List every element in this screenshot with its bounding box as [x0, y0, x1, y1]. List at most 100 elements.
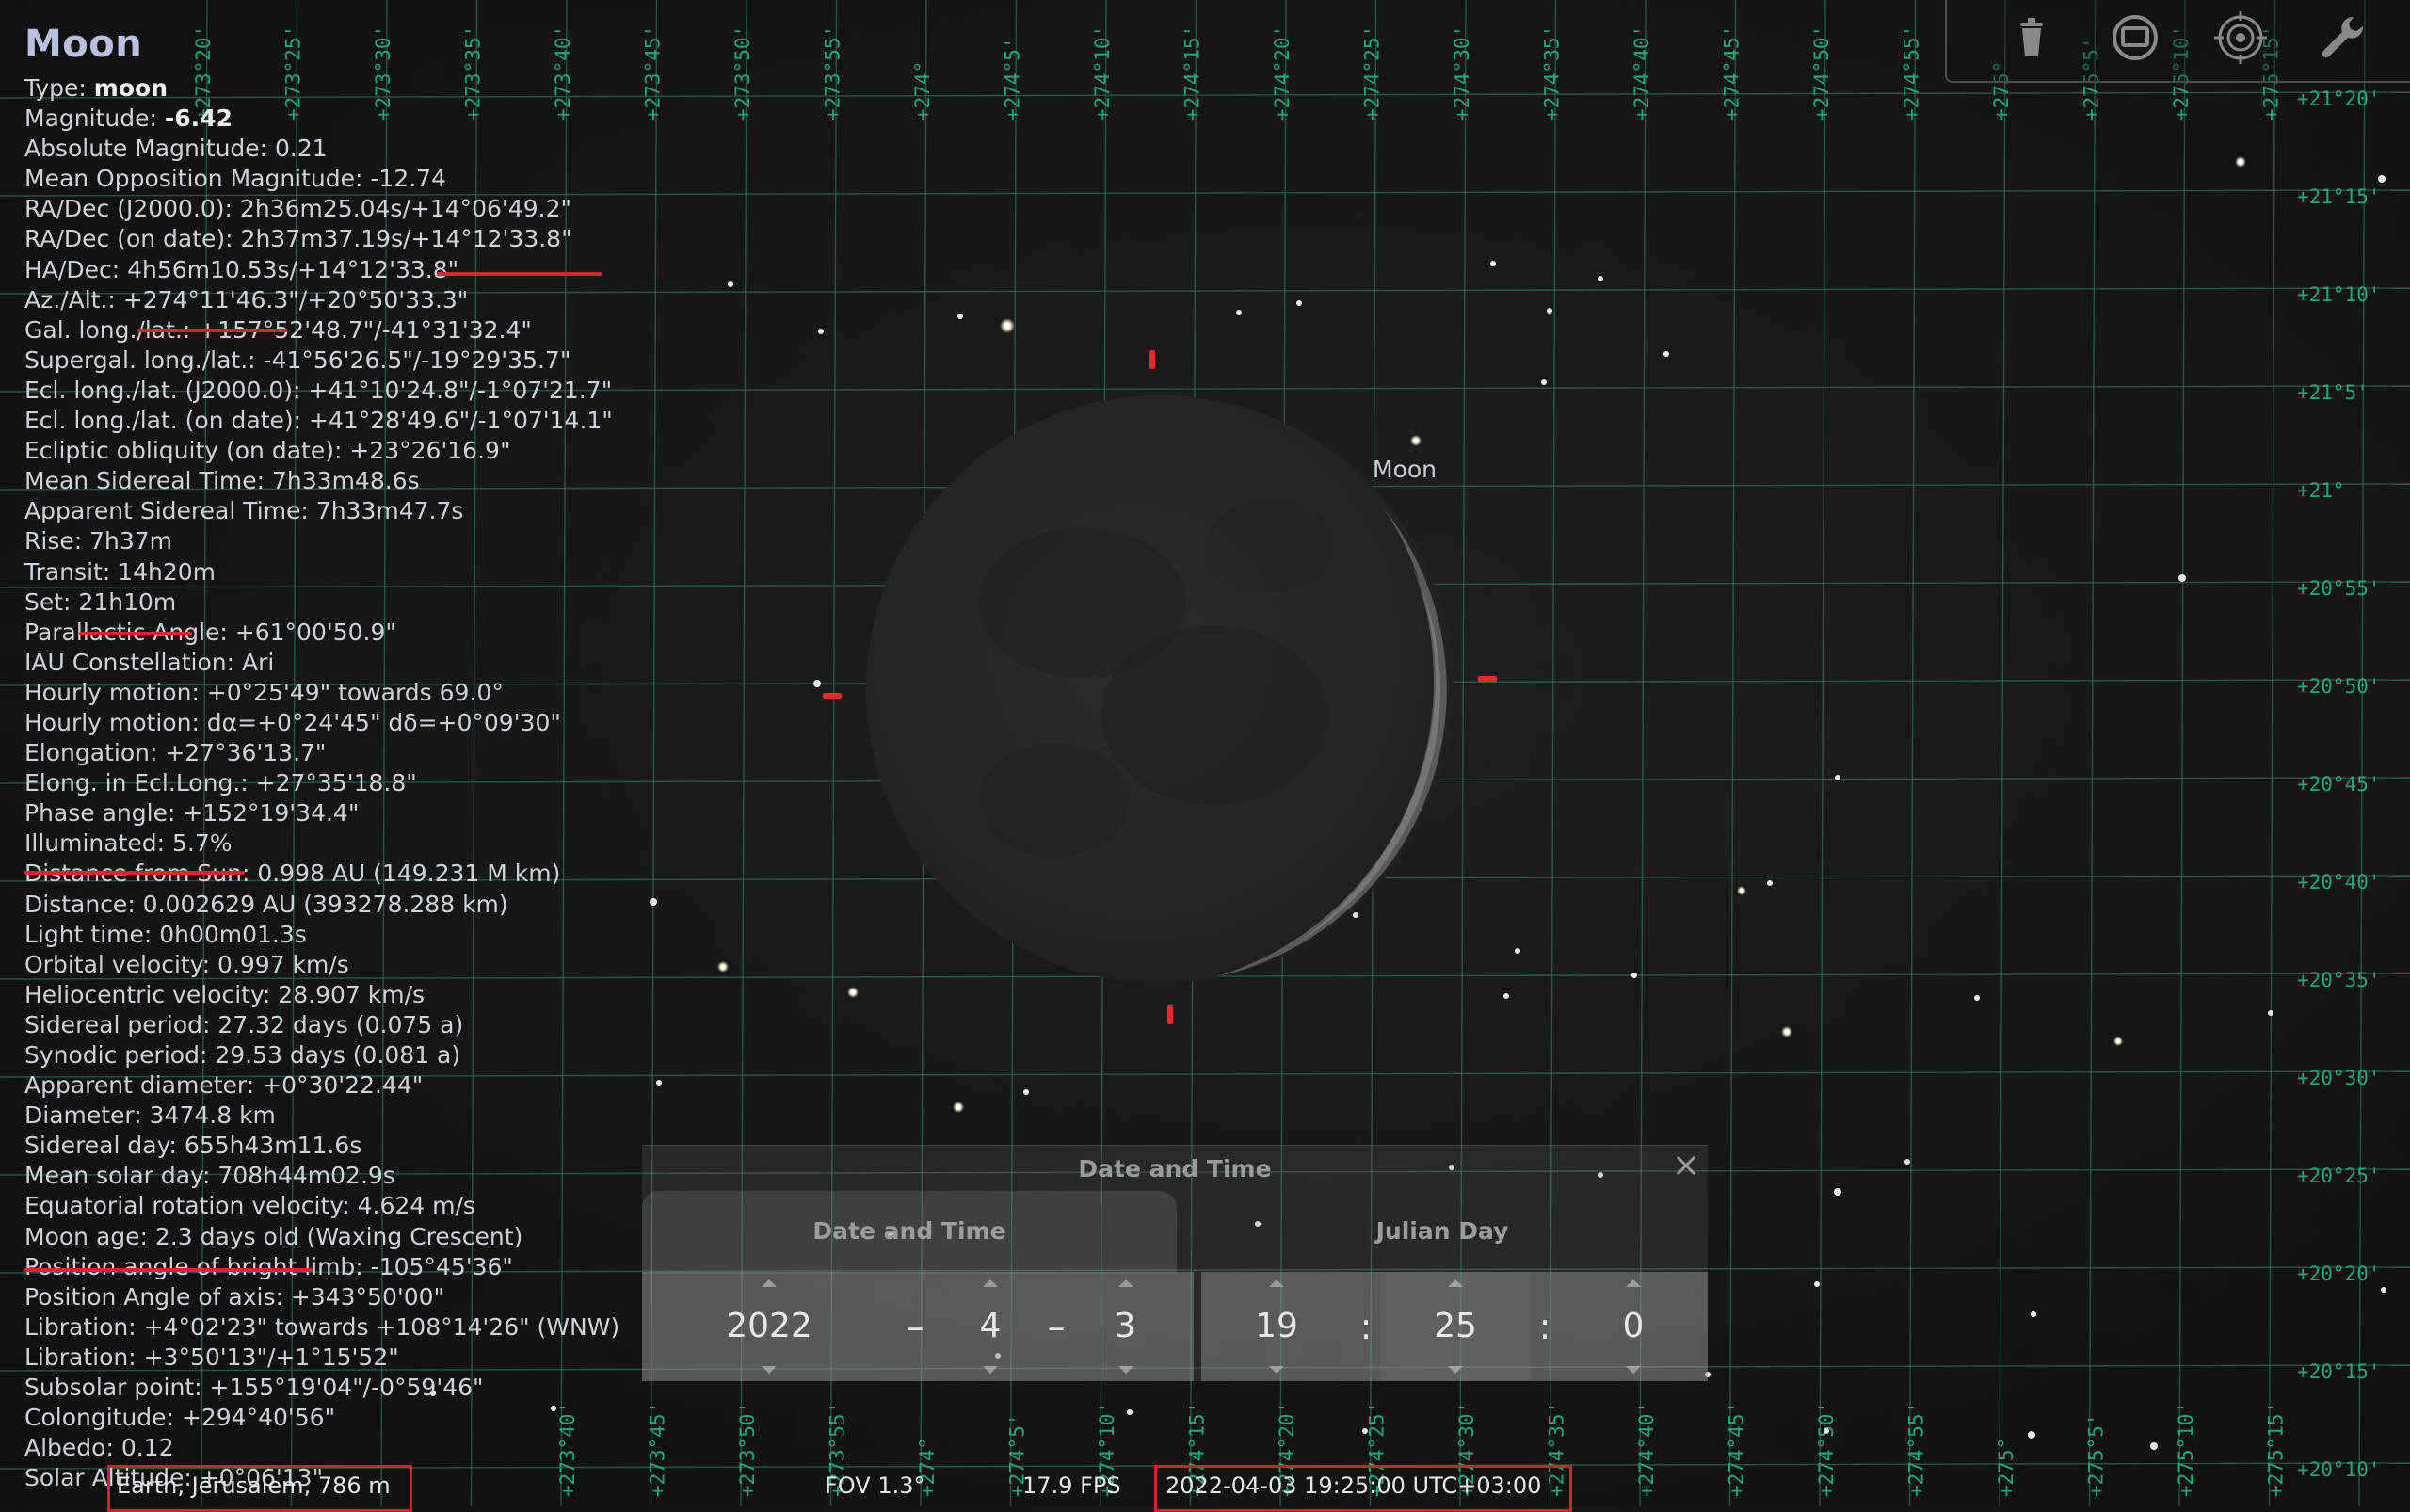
grid-label: +21°20' — [2297, 88, 2381, 110]
star — [847, 987, 859, 998]
info-row: Magnitude: -6.42 — [24, 104, 740, 134]
grid-label: +274°30' — [1451, 25, 1473, 121]
info-row: Illuminated: 5.7% — [24, 829, 233, 858]
trash-can-icon[interactable] — [2003, 9, 2060, 66]
grid-label: +20°55' — [2297, 577, 2381, 600]
hour-value[interactable]: 19 — [1201, 1272, 1352, 1381]
star — [2178, 574, 2186, 582]
dialog-title: Date and Time — [1078, 1155, 1272, 1182]
grid-right-labels: +21°20' +21°15' +21°10' +21°5' +21° +20°55' +2… — [2297, 88, 2381, 1481]
grid-label: +274°20' — [1271, 25, 1293, 121]
star — [1490, 261, 1496, 266]
target-reticle-icon[interactable] — [2212, 9, 2269, 66]
info-row: Synodic period: 29.53 days (0.081 a) — [24, 1041, 461, 1069]
star — [1737, 886, 1746, 895]
grid-label: +274° — [911, 61, 934, 121]
highlight-illuminated — [24, 871, 245, 875]
selection-marker-top — [1149, 350, 1155, 369]
grid-label: +21°10' — [2297, 283, 2381, 306]
info-row: Apparent diameter: +0°30'22.44" — [24, 1071, 424, 1100]
tab-julian-day[interactable]: Julian Day — [1177, 1191, 1708, 1274]
info-row: Absolute Magnitude: 0.21 — [24, 135, 328, 163]
close-icon[interactable] — [1672, 1151, 1700, 1180]
grid-line — [1819, 0, 1826, 1506]
second-spinner[interactable]: 0 — [1559, 1272, 1708, 1381]
selection-marker-left — [823, 693, 842, 699]
date-time-dialog: Date and Time Date and Time Julian Day 2… — [642, 1145, 1708, 1381]
grid-label: +20°30' — [2297, 1067, 2381, 1089]
star — [2235, 156, 2246, 168]
screen-window-icon[interactable] — [2107, 9, 2163, 66]
star — [2268, 1010, 2273, 1016]
info-row: Mean solar day: 708h44m02.9s — [24, 1162, 395, 1190]
star — [1598, 276, 1603, 281]
star — [2381, 1287, 2386, 1293]
grid-label: +20°45' — [2297, 773, 2381, 796]
star — [1835, 775, 1840, 780]
info-row: Phase angle: +152°19'34.4" — [24, 799, 360, 828]
grid-label: +21° — [2297, 479, 2345, 502]
month-down-arrow-icon[interactable] — [983, 1366, 998, 1374]
grid-line — [1908, 0, 1917, 1506]
info-row: Light time: 0h00m01.3s — [24, 920, 307, 948]
month-spinner[interactable]: 4 — [924, 1272, 1056, 1381]
day-value[interactable]: 3 — [1056, 1272, 1194, 1381]
info-row: Position angle of bright limb: -105°45'3… — [24, 1252, 513, 1280]
day-down-arrow-icon[interactable] — [1118, 1366, 1133, 1374]
info-row: Hourly motion: +0°25'49" towards 69.0° — [24, 678, 504, 706]
grid-line — [2088, 0, 2097, 1506]
star — [2150, 1442, 2158, 1450]
month-value[interactable]: 4 — [924, 1272, 1056, 1381]
fps-readout: 17.9 FPS — [1022, 1472, 1121, 1499]
year-spinner[interactable]: 2022 — [642, 1272, 896, 1381]
info-row: Type: moon — [24, 73, 740, 104]
info-row-label: Type: — [24, 74, 94, 102]
grid-label: +274°35' — [1541, 25, 1564, 121]
date-spinbox-group: 2022 – 4 – 3 — [642, 1272, 1194, 1381]
second-down-arrow-icon[interactable] — [1626, 1366, 1641, 1374]
info-row-value: -6.42 — [164, 105, 233, 133]
info-row: Elongation: +27°36'13.7" — [24, 739, 327, 767]
grid-label: +274°5' — [1002, 37, 1024, 121]
star — [1631, 973, 1637, 978]
datetime-highlight-box — [1154, 1465, 1572, 1512]
info-row: Libration: +4°02'23" towards +108°14'26"… — [24, 1312, 620, 1341]
grid-label: +20°25' — [2297, 1165, 2381, 1187]
star — [2031, 1311, 2036, 1317]
minute-spinner[interactable]: 25 — [1380, 1272, 1531, 1381]
star — [818, 329, 824, 334]
info-row: Transit: 14h20m — [24, 557, 217, 586]
info-row: Subsolar point: +155°19'04"/-0°59'46" — [24, 1374, 484, 1402]
star — [1515, 948, 1520, 954]
object-info-panel: Moon Type: moon Magnitude: -6.42 Absolute … — [24, 23, 740, 1493]
grid-label: +273°55' — [822, 25, 844, 121]
info-row: HA/Dec: 4h56m10.53s/+14°12'33.8" — [24, 255, 459, 283]
year-down-arrow-icon[interactable] — [762, 1366, 777, 1374]
minute-down-arrow-icon[interactable] — [1448, 1366, 1463, 1374]
selection-marker-right — [1478, 676, 1497, 682]
time-separator: : — [1538, 1306, 1551, 1347]
info-row: Apparent Sidereal Time: 7h33m47.7s — [24, 497, 464, 525]
second-value[interactable]: 0 — [1559, 1272, 1708, 1381]
hour-spinner[interactable]: 19 — [1201, 1272, 1352, 1381]
star — [1904, 1159, 1910, 1165]
moon-sky-label[interactable]: Moon — [1373, 456, 1437, 483]
info-row: Set: 21h10m — [24, 587, 177, 616]
info-row: Equatorial rotation velocity: 4.624 m/s — [24, 1192, 475, 1220]
star — [1663, 351, 1669, 357]
object-info-rows: Type: moon Magnitude: -6.42 Absolute Magni… — [24, 73, 740, 1493]
star — [1127, 1409, 1133, 1415]
grid-label: +274°15' — [1181, 25, 1204, 121]
grid-label: +274°10' — [1091, 25, 1114, 121]
star — [1236, 310, 1242, 315]
star — [1541, 379, 1547, 385]
year-value[interactable]: 2022 — [642, 1272, 896, 1381]
hour-down-arrow-icon[interactable] — [1269, 1366, 1284, 1374]
star — [1023, 1089, 1029, 1095]
moon-disk[interactable] — [866, 395, 1454, 983]
minute-value[interactable]: 25 — [1380, 1272, 1531, 1381]
day-spinner[interactable]: 3 — [1056, 1272, 1194, 1381]
wrench-icon[interactable] — [2314, 9, 2370, 66]
grid-line — [1999, 0, 2006, 1506]
tab-date-and-time[interactable]: Date and Time — [642, 1191, 1177, 1274]
